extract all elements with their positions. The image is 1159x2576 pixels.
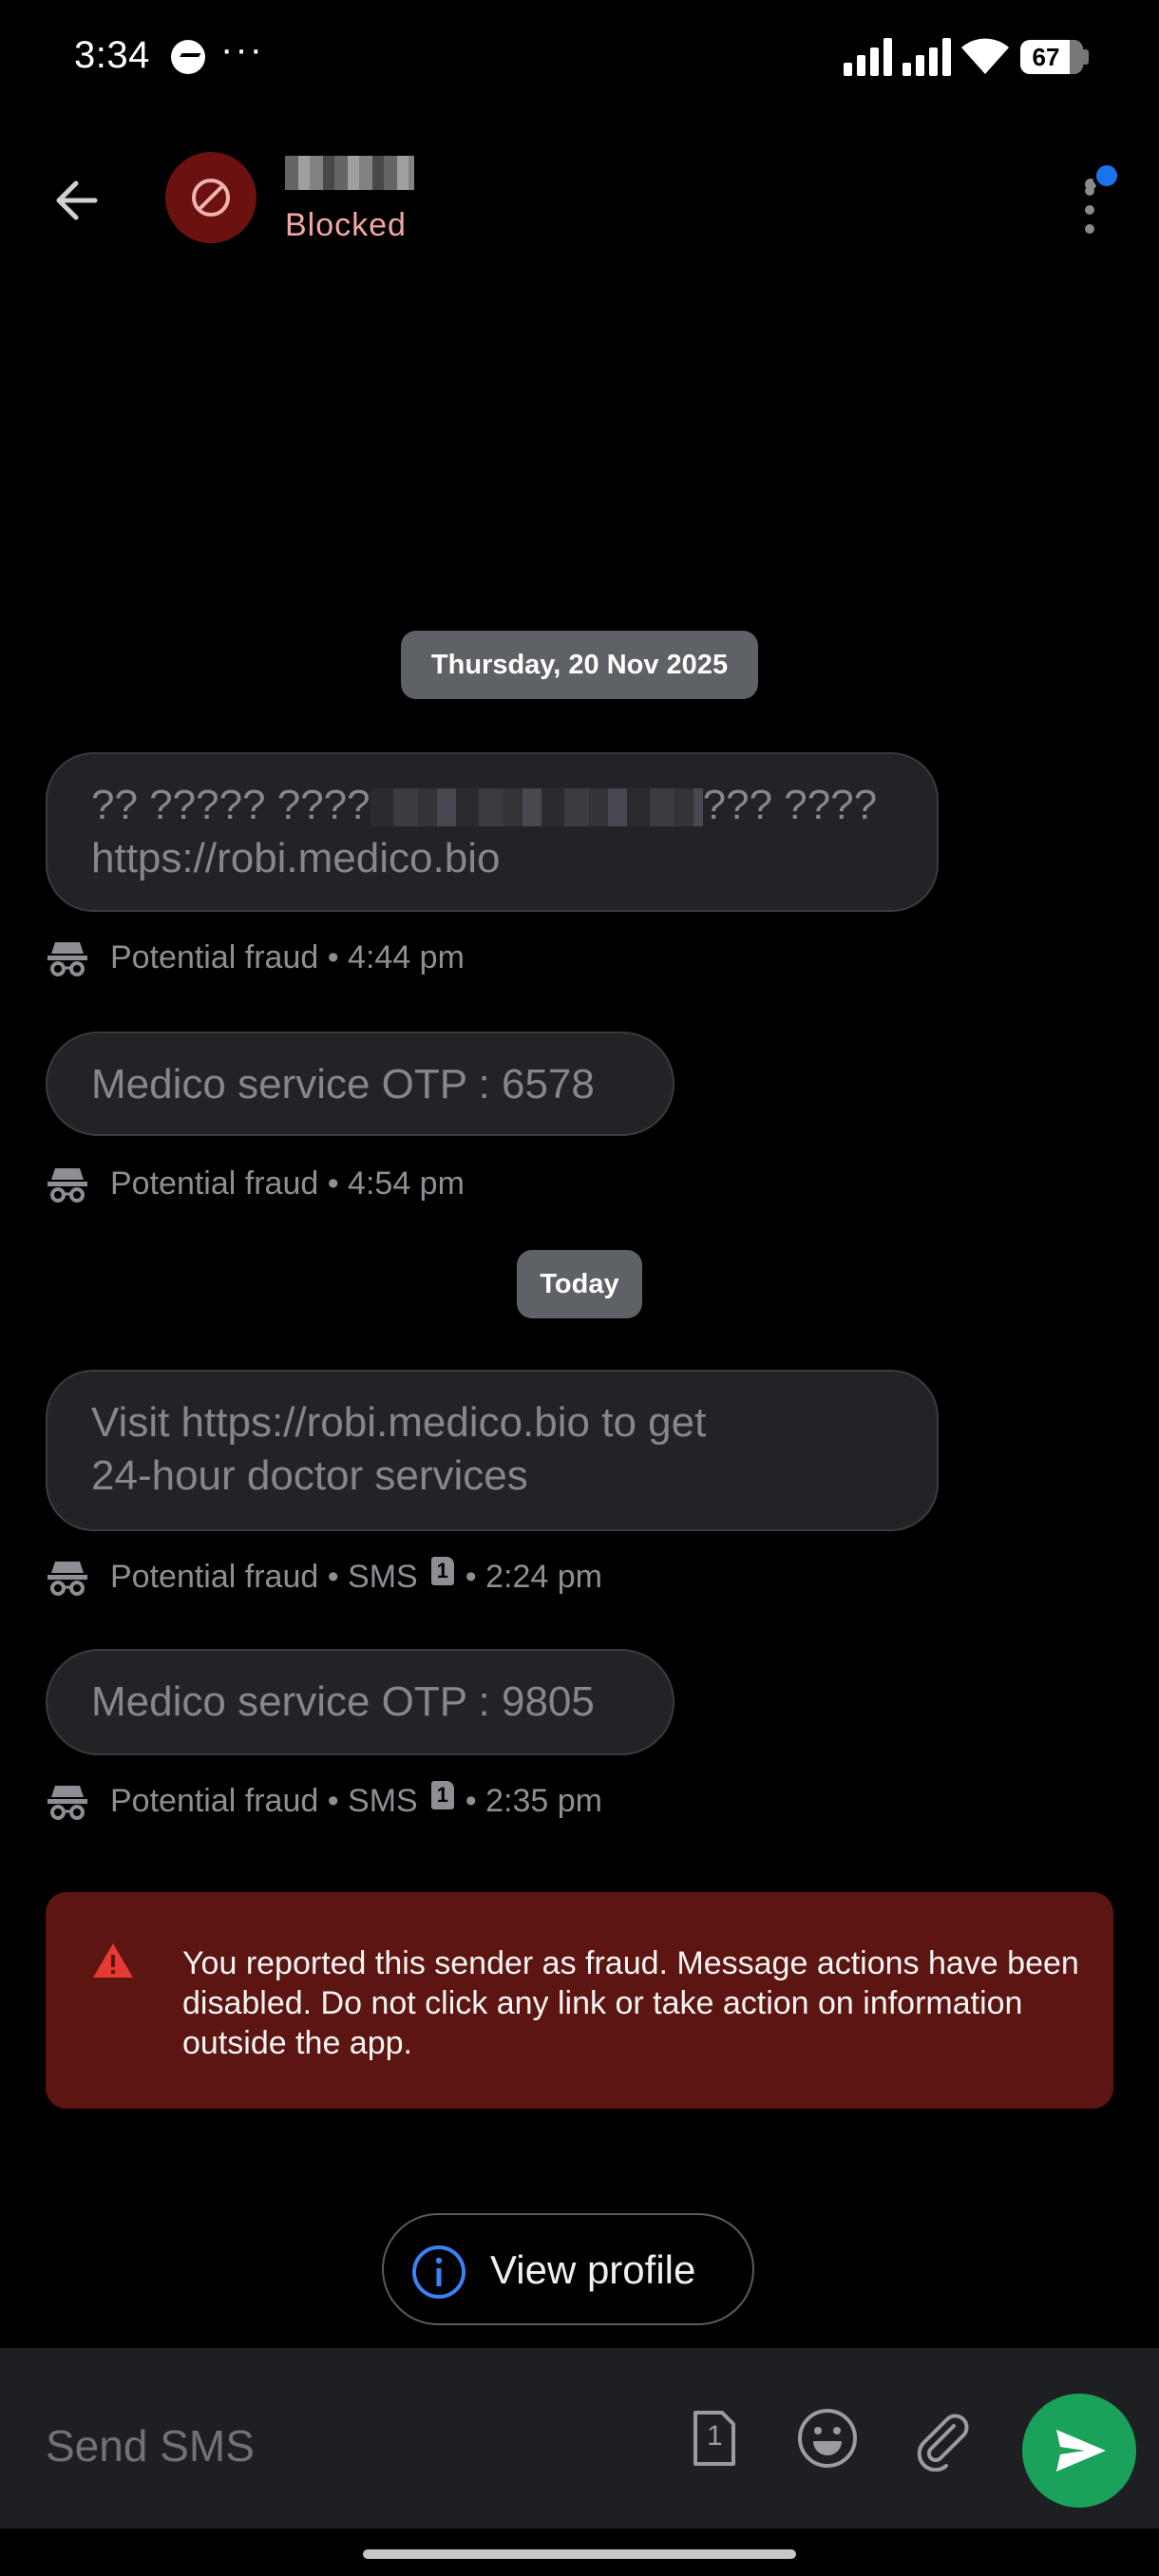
view-profile-label: View profile bbox=[490, 2247, 696, 2292]
battery-tip bbox=[1083, 49, 1089, 65]
notification-badge bbox=[1092, 161, 1121, 190]
message-bubble[interactable]: ?? ????? ??????? ???? https://robi.medic… bbox=[46, 752, 939, 912]
message-bubble[interactable]: Medico service OTP : 9805 bbox=[46, 1649, 674, 1755]
message-meta: Potential fraud • SMS 1 • 2:24 pm bbox=[48, 1557, 602, 1596]
message-meta-time: • 2:35 pm bbox=[465, 1782, 602, 1819]
sim-number: 1 bbox=[707, 2420, 723, 2452]
incognito-spy-icon bbox=[48, 1562, 87, 1596]
status-time: 3:34 bbox=[74, 34, 150, 76]
avatar[interactable] bbox=[165, 152, 256, 243]
wifi-icon bbox=[961, 38, 1009, 74]
message-meta: Potential fraud • SMS 1 • 2:35 pm bbox=[48, 1781, 602, 1820]
messenger-notification-icon bbox=[171, 40, 205, 74]
send-icon bbox=[1056, 2430, 1106, 2472]
home-indicator[interactable] bbox=[363, 2549, 796, 2559]
signal-icon-2 bbox=[902, 38, 952, 76]
message-meta: Potential fraud • 4:54 pm bbox=[48, 1165, 465, 1203]
back-arrow-icon[interactable] bbox=[38, 160, 120, 241]
message-text-line: https://robi.medico.bio bbox=[91, 835, 501, 881]
blocked-status: Blocked bbox=[285, 207, 407, 243]
date-chip: Thursday, 20 Nov 2025 bbox=[401, 631, 758, 699]
message-bubble[interactable]: Medico service OTP : 6578 bbox=[46, 1032, 674, 1136]
sender-name-redacted[interactable] bbox=[285, 156, 414, 190]
fraud-warning-banner: You reported this sender as fraud. Messa… bbox=[46, 1892, 1113, 2109]
incognito-spy-icon bbox=[48, 942, 87, 976]
message-meta-text: Potential fraud • 4:44 pm bbox=[110, 938, 465, 975]
blocked-circle-icon bbox=[192, 179, 230, 217]
view-profile-button[interactable]: View profile bbox=[382, 2213, 754, 2325]
paperclip-icon bbox=[917, 2414, 969, 2472]
battery-level: 67 bbox=[1032, 43, 1060, 71]
message-text-line: 24-hour doctor services bbox=[91, 1452, 528, 1499]
battery-indicator: 67 bbox=[1020, 40, 1083, 74]
message-bubble[interactable]: Visit https://robi.medico.bio to get 24-… bbox=[46, 1370, 939, 1531]
compose-bar: 1 bbox=[0, 2348, 1159, 2529]
warning-text: You reported this sender as fraud. Messa… bbox=[182, 1945, 1079, 2061]
status-more-notifications: ··· bbox=[220, 28, 264, 70]
sim-card-icon: 1 bbox=[430, 1557, 454, 1585]
message-text: Medico service OTP : 6578 bbox=[91, 1061, 595, 1108]
message-meta-text: Potential fraud • SMS bbox=[110, 1558, 418, 1595]
message-text-line: Visit https://robi.medico.bio to get bbox=[91, 1399, 707, 1446]
info-circle-icon bbox=[412, 2245, 466, 2299]
message-input[interactable] bbox=[46, 2420, 635, 2472]
incognito-spy-icon bbox=[48, 1786, 87, 1820]
menu-dot bbox=[1085, 205, 1094, 215]
date-chip: Today bbox=[517, 1250, 642, 1318]
more-menu-button[interactable] bbox=[1064, 154, 1121, 249]
attach-button[interactable] bbox=[908, 2405, 975, 2472]
sim-card-icon: 1 bbox=[430, 1781, 454, 1809]
menu-dot bbox=[1085, 224, 1094, 234]
status-bar: 3:34 ··· 67 bbox=[0, 0, 1159, 114]
signal-icon bbox=[844, 38, 893, 76]
incognito-spy-icon bbox=[48, 1168, 87, 1203]
warning-triangle-icon bbox=[93, 1943, 133, 1978]
message-text-line: ?? ????? ??????? ???? bbox=[91, 782, 878, 828]
message-meta-text: Potential fraud • 4:54 pm bbox=[110, 1165, 465, 1202]
send-button[interactable] bbox=[1022, 2394, 1136, 2508]
message-text: Medico service OTP : 9805 bbox=[91, 1678, 595, 1725]
emoji-icon bbox=[798, 2409, 857, 2468]
message-meta-time: • 2:24 pm bbox=[465, 1558, 602, 1595]
emoji-button[interactable] bbox=[794, 2405, 861, 2472]
redacted-text bbox=[370, 788, 703, 827]
sim-select-button[interactable]: 1 bbox=[680, 2405, 747, 2472]
conversation-header: Blocked bbox=[0, 133, 1159, 256]
message-meta: Potential fraud • 4:44 pm bbox=[48, 938, 465, 976]
message-meta-text: Potential fraud • SMS bbox=[110, 1782, 418, 1819]
